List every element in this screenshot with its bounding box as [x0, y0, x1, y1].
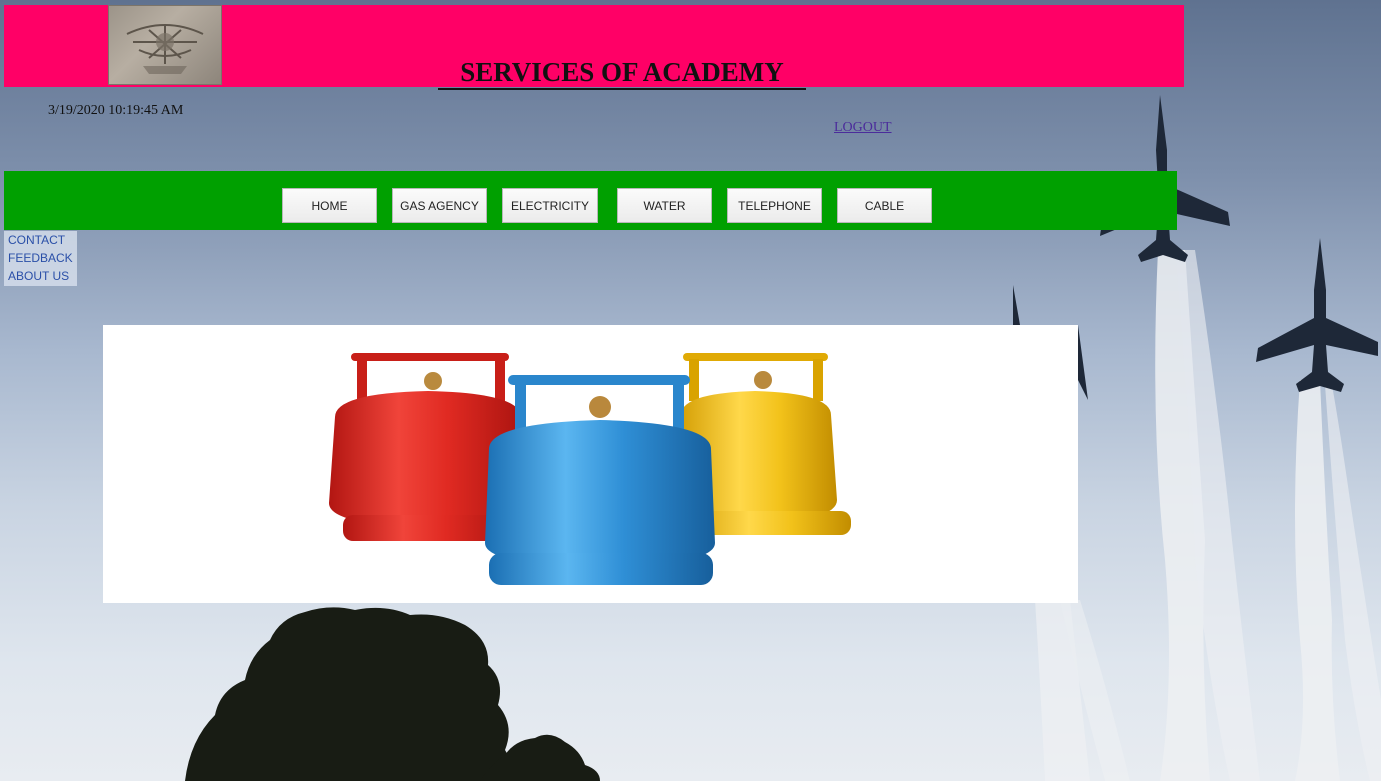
emblem-icon [126, 24, 204, 74]
nav-home-button[interactable]: HOME [282, 188, 377, 223]
nav-gas-agency-button[interactable]: GAS AGENCY [392, 188, 487, 223]
nav-telephone-button[interactable]: TELEPHONE [727, 188, 822, 223]
nav-water-button[interactable]: WATER [617, 188, 712, 223]
sidebar-item-contact[interactable]: CONTACT [4, 231, 77, 249]
tree-silhouette [185, 607, 600, 781]
sidebar-links: CONTACT FEEDBACK ABOUT US [4, 231, 77, 286]
page-title: SERVICES OF ACADEMY [438, 56, 806, 90]
sidebar-item-about-us[interactable]: ABOUT US [4, 267, 77, 285]
gas-cylinders-banner [103, 325, 1078, 603]
nav-cable-button[interactable]: CABLE [837, 188, 932, 223]
current-datetime: 3/19/2020 10:19:45 AM [48, 103, 184, 118]
fighter-jet-icon [1256, 238, 1378, 392]
gas-cylinders-icon [329, 353, 851, 585]
sidebar-item-feedback[interactable]: FEEDBACK [4, 249, 77, 267]
academy-emblem-logo [108, 5, 222, 85]
blue-cylinder [485, 375, 715, 585]
logout-link[interactable]: LOGOUT [834, 120, 892, 136]
nav-electricity-button[interactable]: ELECTRICITY [502, 188, 598, 223]
